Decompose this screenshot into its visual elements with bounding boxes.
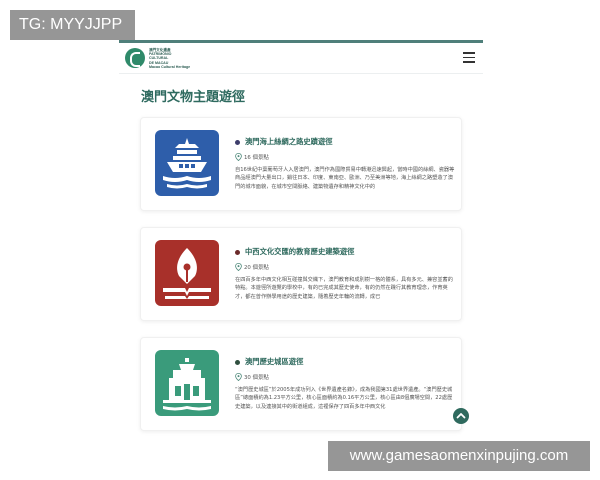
bullet-dot [235,139,240,145]
route-card-historic-centre[interactable]: 澳門歷史城區遊徑 30 個景點 “澳門歷史城區”於2005年成功列入《世界遺產名… [140,337,462,431]
chevron-up-icon [456,413,466,419]
pen-nib-icon [155,240,219,306]
route-card-education-heritage[interactable]: 中西文化交匯的教育歷史建築遊徑 20 個景點 在四百多年中西文化相互碰撞與交織下… [140,227,462,321]
location-pin-icon [235,373,242,381]
logo-line: Macao Cultural Heritage [149,64,191,69]
ship-icon [155,130,219,196]
bullet-dot [235,249,240,255]
location-pin-icon [235,263,242,271]
route-title[interactable]: 中西文化交匯的教育歷史建築遊徑 [245,247,354,257]
bullet-dot [235,359,240,365]
route-description: 在四百多年中西文化相互碰撞與交織下，澳門教育和成別樹一格的體系，具有多元、兼容並… [235,277,453,300]
hamburger-menu-icon[interactable] [463,52,475,63]
scroll-to-top-button[interactable] [453,408,469,424]
route-title[interactable]: 澳門歷史城區遊徑 [245,357,303,367]
attraction-count: 16 個景點 [244,155,269,161]
attraction-count: 20 個景點 [244,265,269,271]
site-header: 澳門文化遺產 PATRIMÓNIO CULTURAL DE MACAU Maca… [119,43,483,74]
logo-text: 澳門文化遺產 PATRIMÓNIO CULTURAL DE MACAU Maca… [149,48,215,69]
route-description: “澳門歷史城區”於2005年成功列入《世界遺產名錄》，成為我國第31處世界遺產。… [235,387,453,410]
ruins-facade-icon [155,350,219,416]
ruins-badge-graphic [155,350,219,416]
route-description: 自16世紀中葉葡萄牙人入居澳門，澳門作為國際貿易中轉港迅速興起，當時中國的絲綢、… [235,167,455,190]
pen-nib-badge-graphic [155,240,219,306]
page-title: 澳門文物主題遊徑 [141,90,246,105]
route-card-maritime-silk-road[interactable]: 澳門海上絲綢之路史蹟遊徑 16 個景點 自16世紀中葉葡萄牙人入居澳門，澳門作為… [140,117,462,211]
watermark-bottom: www.gamesaomenxinpujing.com [328,441,590,471]
mobile-page: 澳門文化遺產 PATRIMÓNIO CULTURAL DE MACAU Maca… [119,40,483,480]
attraction-count: 30 個景點 [244,375,269,381]
site-logo[interactable]: 澳門文化遺產 PATRIMÓNIO CULTURAL DE MACAU Maca… [125,47,215,71]
logo-mark-icon [125,48,145,68]
ship-badge-graphic [155,130,219,196]
watermark-top: TG: MYYJJPP [10,10,135,40]
route-title[interactable]: 澳門海上絲綢之路史蹟遊徑 [245,137,333,147]
location-pin-icon [235,153,242,161]
